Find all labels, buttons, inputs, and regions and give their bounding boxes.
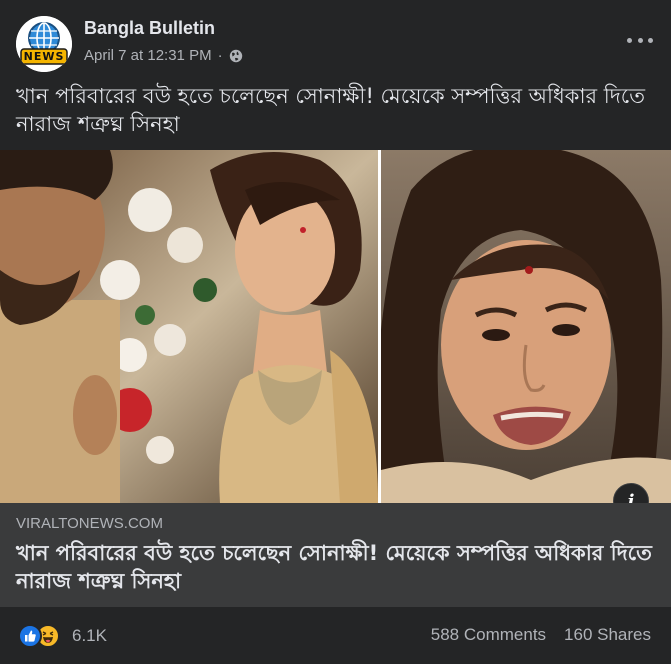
- post-meta: April 7 at 12:31 PM ·: [84, 47, 243, 64]
- link-title[interactable]: খান পরিবারের বউ হতে চলেছেন সোনাক্ষী! মেয…: [16, 539, 656, 595]
- photo-crying-woman: [381, 150, 671, 503]
- page-avatar[interactable]: NEWS: [16, 16, 72, 72]
- post-image[interactable]: [0, 150, 671, 503]
- reaction-count: 6.1K: [72, 626, 107, 645]
- facebook-post: NEWS Bangla Bulletin April 7 at 12:31 PM…: [0, 0, 671, 664]
- dot: [637, 37, 643, 43]
- page-name-link[interactable]: Bangla Bulletin: [84, 18, 215, 39]
- link-preview[interactable]: VIRALTONEWS.COM খান পরিবারের বউ হতে চলেছ…: [0, 503, 671, 607]
- photo-couple: [0, 150, 378, 503]
- post-header: NEWS Bangla Bulletin April 7 at 12:31 PM…: [0, 0, 671, 80]
- dot: [627, 37, 632, 43]
- post-timestamp[interactable]: April 7 at 12:31 PM: [84, 47, 212, 64]
- meta-separator: ·: [217, 47, 223, 64]
- post-stats: 588 Comments 160 Shares: [431, 625, 651, 645]
- link-domain: VIRALTONEWS.COM: [16, 515, 163, 532]
- globe-icon: [229, 49, 243, 63]
- shares-count-link[interactable]: 160 Shares: [564, 625, 651, 645]
- like-reaction-icon: [18, 624, 42, 648]
- comments-count-link[interactable]: 588 Comments: [431, 625, 546, 645]
- post-footer: 6.1K 588 Comments 160 Shares: [0, 615, 671, 659]
- reactions-summary[interactable]: 6.1K: [18, 624, 107, 648]
- avatar-logo-text: NEWS: [23, 50, 65, 63]
- more-options-icon[interactable]: [627, 30, 653, 50]
- dot: [648, 37, 653, 43]
- post-caption: খান পরিবারের বউ হতে চলেছেন সোনাক্ষী! মেয…: [16, 84, 645, 136]
